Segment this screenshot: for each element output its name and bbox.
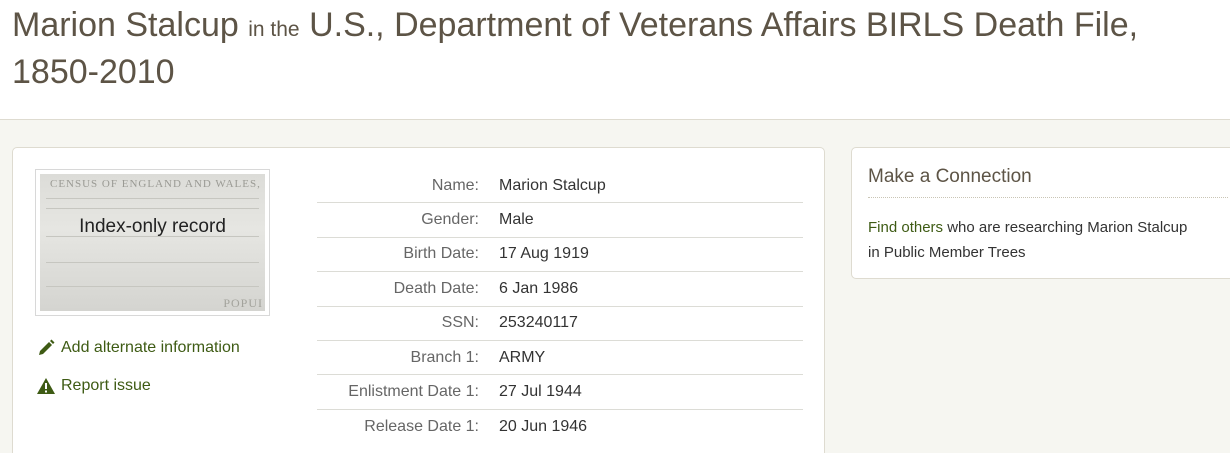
fact-value: 6 Jan 1986 [499,279,579,297]
report-issue-link[interactable]: Report issue [35,376,151,396]
fact-value: Marion Stalcup [499,176,606,194]
fact-value: Male [499,211,534,229]
fact-label: Death Date: [393,279,479,297]
pencil-icon [35,338,57,358]
fact-value: 253240117 [499,314,578,332]
fact-value: ARMY [499,348,546,366]
fact-label: SSN: [441,314,479,332]
add-alternate-label: Add alternate information [61,339,240,356]
fact-row-name: Name: Marion Stalcup [317,169,803,204]
fact-label: Gender: [421,211,479,229]
fact-value: 27 Jul 1944 [499,383,582,401]
report-issue-label: Report issue [61,377,151,394]
fact-label: Branch 1: [410,348,479,366]
fact-row-birth-date: Birth Date: 17 Aug 1919 [317,238,803,273]
record-card: CENSUS OF ENGLAND AND WALES, POPUI Index… [12,147,825,453]
title-connector: in the [248,18,300,41]
thumbnail-doc-footer: POPUI [223,296,263,310]
fact-label: Release Date 1: [364,417,479,435]
make-connection-text: Find others who are researching Marion S… [868,215,1188,265]
doc-line [46,198,259,199]
warning-icon [35,376,57,396]
fact-row-gender: Gender: Male [317,203,803,238]
doc-line [46,286,259,287]
record-thumbnail[interactable]: CENSUS OF ENGLAND AND WALES, POPUI Index… [35,169,270,316]
add-alternate-link[interactable]: Add alternate information [35,338,240,358]
index-only-label: Index-only record [79,216,226,237]
fact-row-release-date: Release Date 1: 20 Jun 1946 [317,410,803,444]
thumbnail-image: CENSUS OF ENGLAND AND WALES, POPUI Index… [40,174,265,311]
fact-value: 20 Jun 1946 [499,417,588,435]
find-others-link[interactable]: Find others [868,219,943,236]
make-connection-card: Make a Connection Find others who are re… [851,147,1230,279]
fact-row-death-date: Death Date: 6 Jan 1986 [317,272,803,307]
fact-label: Name: [431,176,479,194]
doc-line [46,208,259,209]
fact-row-ssn: SSN: 253240117 [317,307,803,341]
person-name: Marion Stalcup [12,6,239,44]
thumbnail-doc-heading: CENSUS OF ENGLAND AND WALES, [50,178,261,190]
facts-table: Name: Marion Stalcup Gender: Male Birth … [317,169,803,444]
fact-row-enlistment-date: Enlistment Date 1: 27 Jul 1944 [317,375,803,410]
fact-row-branch: Branch 1: ARMY [317,341,803,376]
fact-label: Enlistment Date 1: [348,383,479,401]
page-title: Marion Stalcup in the U.S., Department o… [12,4,1227,93]
fact-value: 17 Aug 1919 [499,245,589,263]
fact-label: Birth Date: [403,245,479,263]
page-header: Marion Stalcup in the U.S., Department o… [0,0,1230,120]
make-connection-title: Make a Connection [868,166,1228,198]
doc-line [46,262,259,263]
